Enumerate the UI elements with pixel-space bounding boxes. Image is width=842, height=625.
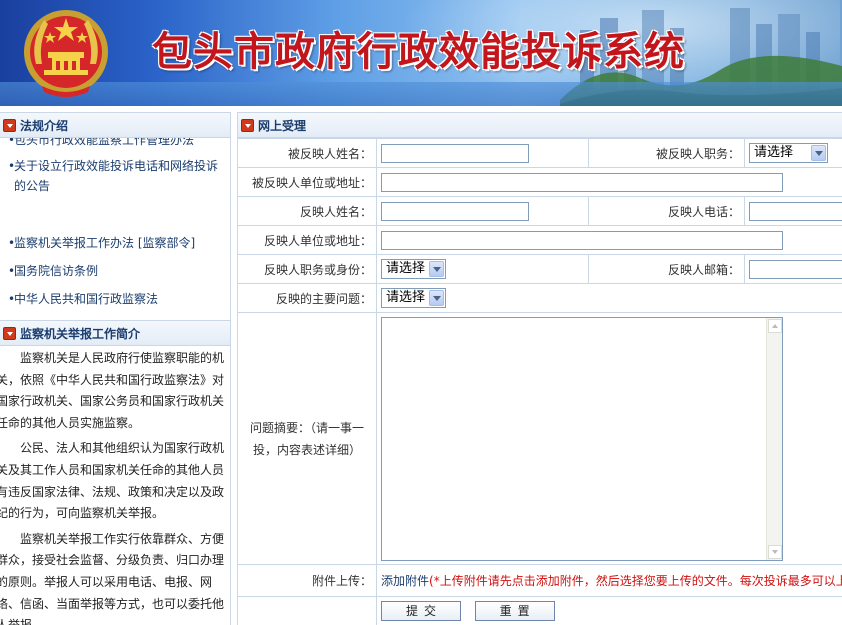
reporter-name-input[interactable]	[381, 201, 529, 221]
bullet-icon: •	[8, 159, 16, 173]
arrow-down-icon	[3, 327, 16, 340]
submit-button[interactable]: 提交	[381, 601, 461, 621]
button-row-label	[237, 596, 377, 625]
law-item-label[interactable]: 包头市行政效能监察工作管理办法	[6, 138, 228, 150]
reporter-unit-input[interactable]	[381, 230, 783, 250]
law-item-label[interactable]: 中华人民共和国行政监察法	[6, 289, 228, 309]
laws-list: • 包头市行政效能监察工作管理办法 • 关于设立行政效能投诉电话和网络投诉的公告…	[0, 138, 230, 318]
select-value: 请选择	[754, 145, 794, 160]
intro-panel-header: 监察机关举报工作简介	[0, 320, 230, 346]
respondent-post-label: 被反映人职务：	[588, 138, 745, 168]
scroll-up-icon[interactable]	[768, 318, 782, 333]
select-value: 请选择	[386, 261, 426, 276]
summary-textarea[interactable]	[381, 316, 783, 561]
form-panel-title: 网上受理	[258, 119, 307, 133]
respondent-unit-label: 被反映人单位或地址：	[237, 167, 377, 197]
reporter-unit-label: 反映人单位或地址：	[237, 225, 377, 255]
laws-panel-header: 法规介绍	[0, 112, 230, 138]
attachment-note: (*上传附件请先点击添加附件，然后选择您要上传的文件。每次投诉最多可以上传	[429, 574, 842, 588]
select-value: 请选择	[386, 290, 426, 305]
law-item[interactable]: • 国务院信访条例	[6, 261, 228, 281]
respondent-unit-input[interactable]	[381, 172, 783, 192]
attachment-label: 附件上传：	[237, 564, 377, 597]
arrow-down-icon	[241, 119, 254, 132]
law-item[interactable]: • 中华人民共和国行政监察法	[6, 289, 228, 309]
respondent-post-select[interactable]: 请选择	[749, 143, 828, 163]
chevron-down-icon[interactable]	[811, 145, 826, 161]
law-item-label[interactable]: 关于设立行政效能投诉电话和网络投诉的公告	[6, 156, 228, 196]
reporter-post-select[interactable]: 请选择	[381, 259, 446, 279]
scrollbar[interactable]	[766, 317, 782, 560]
reporter-phone-input[interactable]	[749, 201, 842, 221]
reporter-post-label: 反映人职务或身份：	[237, 254, 377, 284]
summary-label-line2: 投，内容表述详细）	[252, 442, 361, 457]
chevron-down-icon[interactable]	[429, 261, 444, 277]
left-sidebar: 法规介绍 • 包头市行政效能监察工作管理办法 • 关于设立行政效能投诉电话和网络…	[0, 112, 231, 625]
main-issue-select[interactable]: 请选择	[381, 288, 446, 308]
page-title: 包头市政府行政效能投诉系统	[152, 28, 685, 75]
law-item-label[interactable]: 监察机关举报工作办法 [监察部令]	[6, 233, 228, 253]
complaint-form-panel: 网上受理 被反映人姓名： 被反映人职务： 请选择 被反映人单位或地址： 反映人姓…	[237, 112, 842, 625]
banner-water	[0, 82, 842, 106]
chevron-down-icon[interactable]	[429, 290, 444, 306]
bullet-icon: •	[8, 264, 16, 278]
intro-paragraph: 监察机关是人民政府行使监察职能的机关，依照《中华人民共和国行政监察法》对国家行政…	[0, 351, 225, 430]
bullet-icon: •	[8, 236, 16, 250]
law-item[interactable]: • 包头市行政效能监察工作管理办法	[6, 138, 228, 150]
reporter-phone-label: 反映人电话：	[588, 196, 745, 226]
respondent-name-label: 被反映人姓名：	[237, 138, 377, 168]
complaint-form: 被反映人姓名： 被反映人职务： 请选择 被反映人单位或地址： 反映人姓名： 反映…	[237, 138, 842, 625]
main-issue-label: 反映的主要问题：	[237, 283, 377, 313]
scroll-down-icon[interactable]	[768, 544, 782, 559]
form-panel-header: 网上受理	[237, 112, 842, 138]
respondent-name-input[interactable]	[381, 143, 529, 163]
intro-text: 监察机关是人民政府行使监察职能的机关，依照《中华人民共和国行政监察法》对国家行政…	[0, 348, 230, 625]
summary-label: 问题摘要：（请一事一 投，内容表述详细）	[237, 312, 377, 565]
bullet-icon: •	[8, 292, 16, 306]
header-banner: 包头市政府行政效能投诉系统	[0, 0, 842, 106]
reporter-name-label: 反映人姓名：	[237, 196, 377, 226]
law-item-label[interactable]: 国务院信访条例	[6, 261, 228, 281]
national-emblem-icon	[24, 10, 108, 97]
arrow-down-icon	[3, 119, 16, 132]
summary-label-line1: 问题摘要：（请一事一	[249, 420, 364, 435]
bullet-icon: •	[8, 138, 16, 147]
reset-button[interactable]: 重置	[474, 601, 555, 621]
intro-paragraph: 监察机关举报工作实行依靠群众、方便群众，接受社会监督、分级负责、归口办理的原则。…	[0, 531, 225, 625]
law-item[interactable]: • 监察机关举报工作办法 [监察部令]	[6, 233, 228, 253]
add-attachment-link[interactable]: 添加附件	[381, 574, 429, 588]
laws-panel-title: 法规介绍	[20, 119, 69, 133]
reporter-email-input[interactable]	[749, 259, 842, 279]
law-item[interactable]: • 关于设立行政效能投诉电话和网络投诉的公告	[6, 156, 228, 196]
reporter-email-label: 反映人邮箱：	[588, 254, 745, 284]
intro-panel-title: 监察机关举报工作简介	[20, 327, 141, 341]
intro-paragraph: 公民、法人和其他组织认为国家行政机关及其工作人员和国家机关任命的其他人员有违反国…	[0, 441, 225, 521]
